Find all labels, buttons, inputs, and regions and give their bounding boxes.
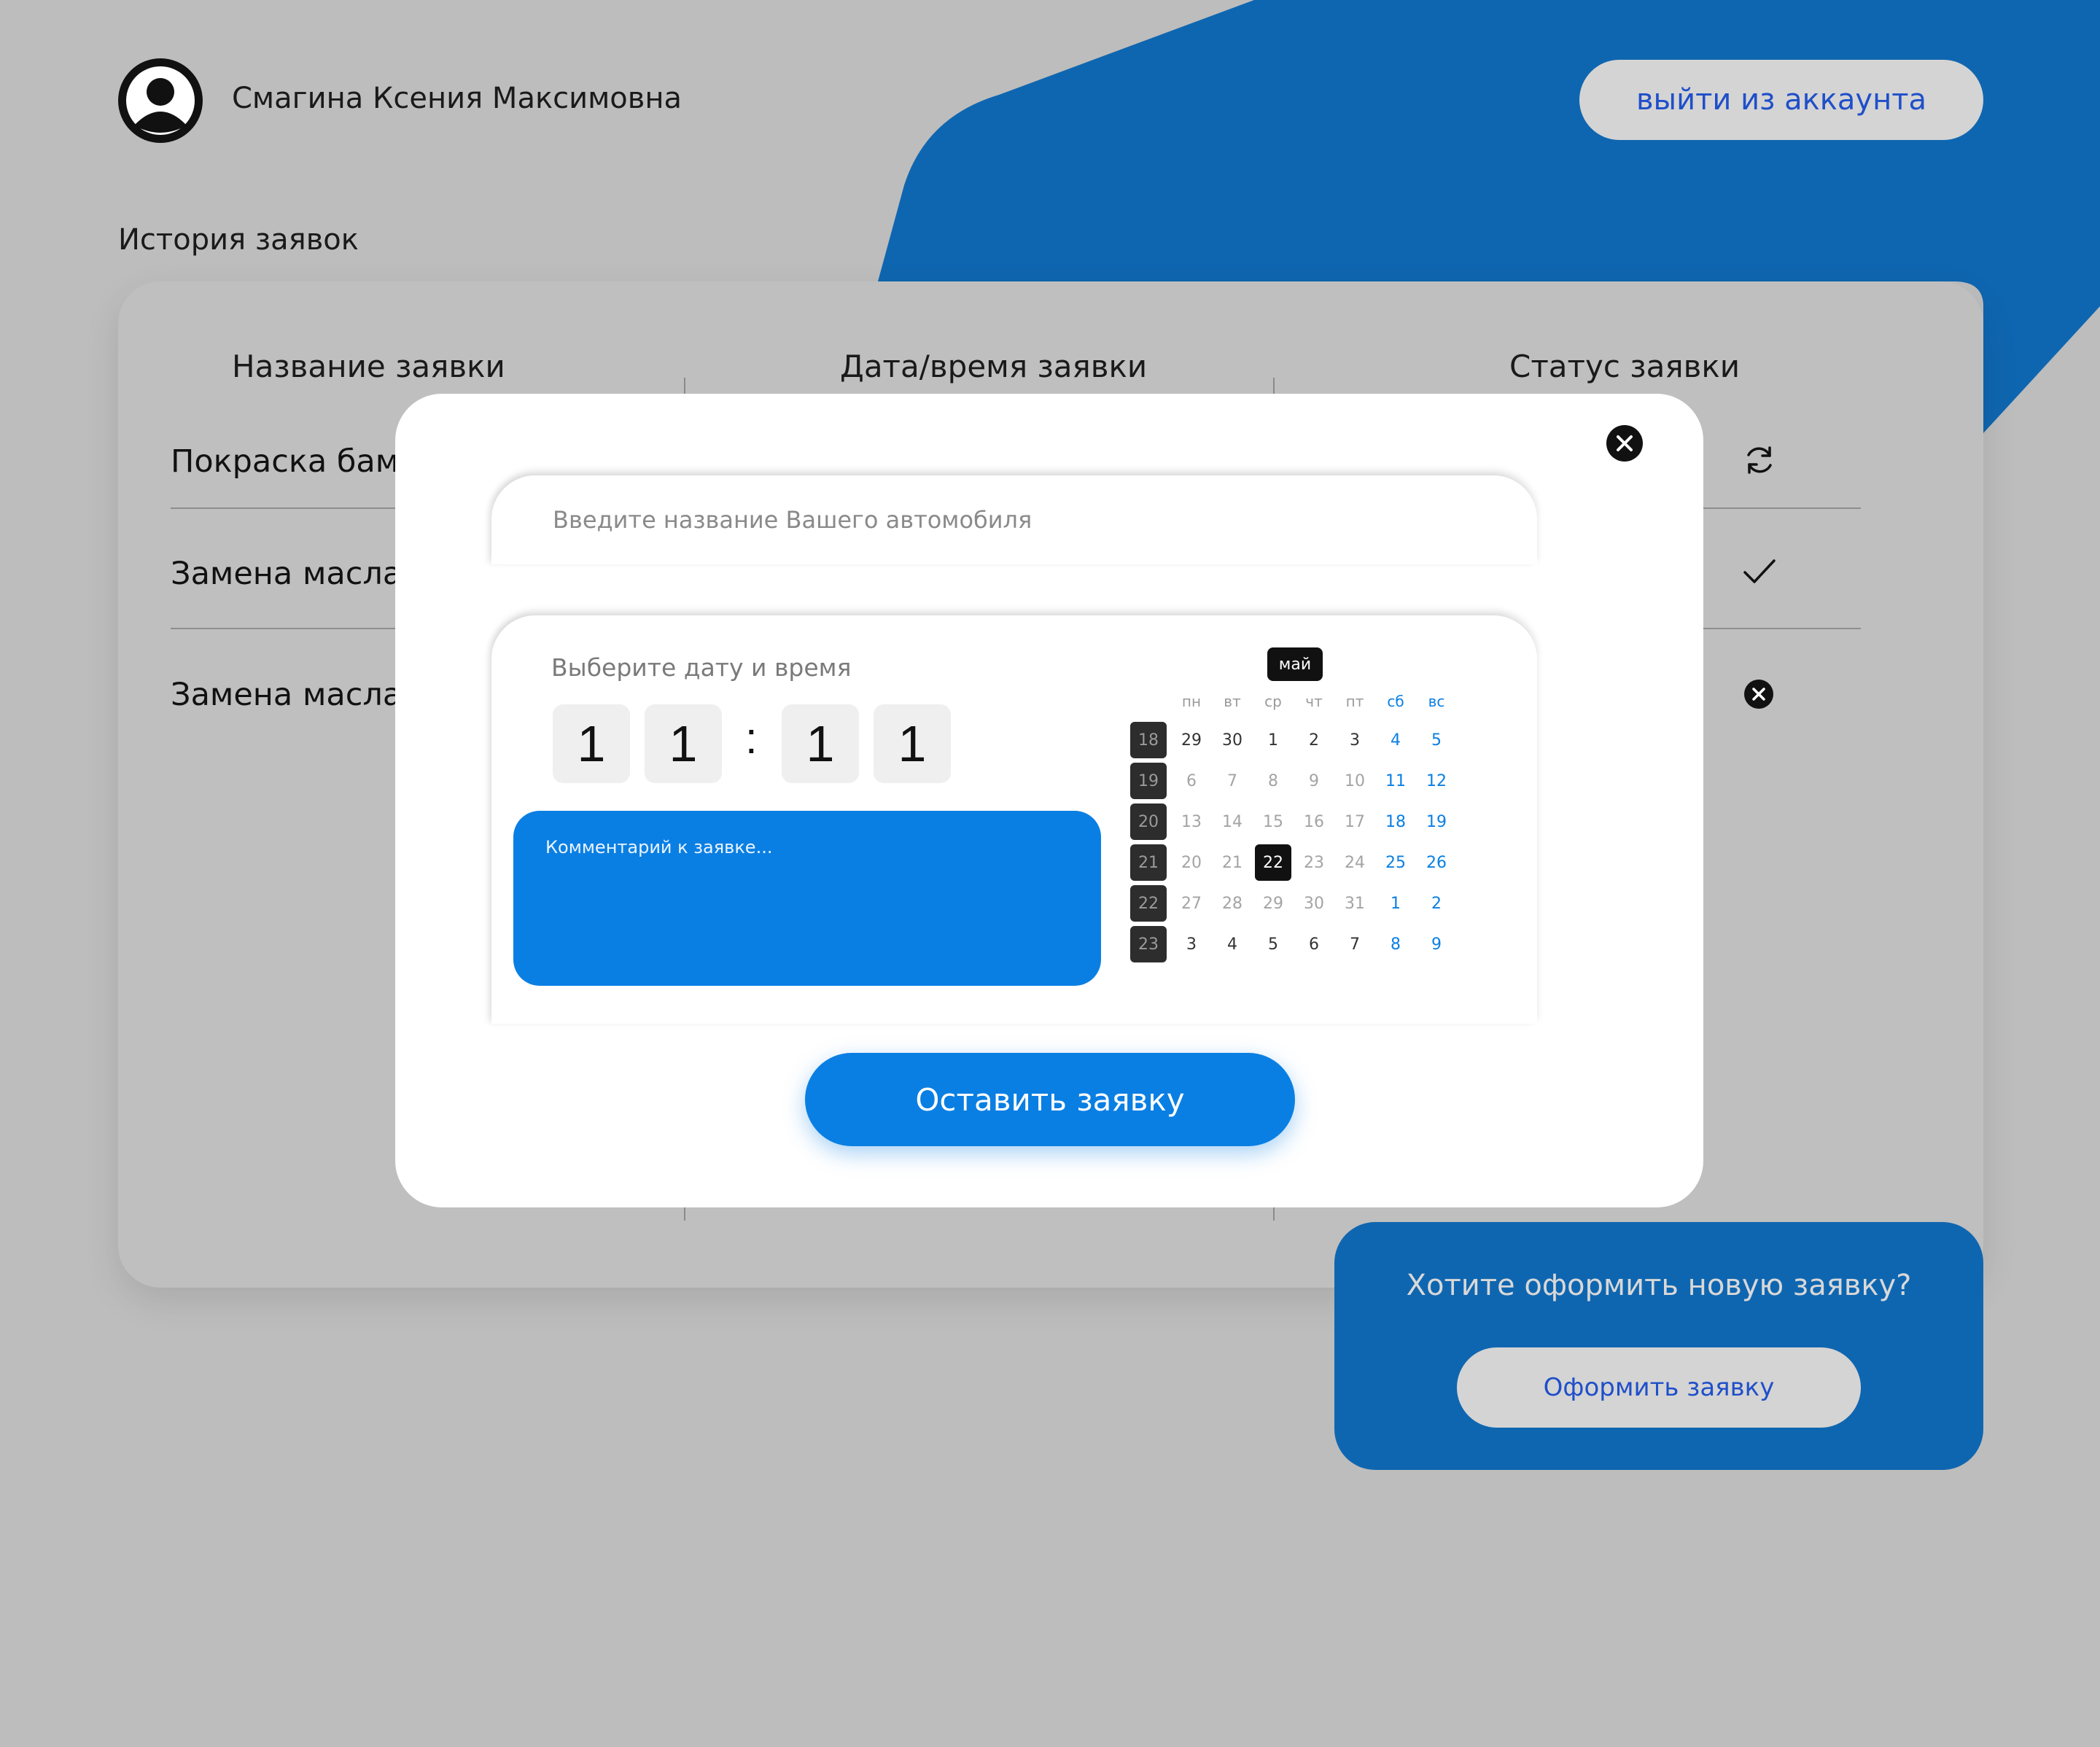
user-name: Смагина Ксения Максимовна [232,82,682,115]
calendar-weekday-label: вс [1428,693,1445,710]
calendar-day[interactable]: 31 [1337,885,1373,922]
new-request-button[interactable]: Оформить заявку [1457,1347,1861,1428]
calendar-day[interactable]: 8 [1377,926,1414,962]
table-row-name[interactable]: Замена масла [171,556,402,592]
calendar-week-number: 20 [1130,804,1167,840]
datetime-label: Выберите дату и время [551,653,852,682]
comment-textarea[interactable] [513,811,1101,986]
hour-tens-digit[interactable]: 1 [553,704,630,783]
column-divider [684,378,685,394]
calendar-day[interactable]: 19 [1418,804,1455,840]
calendar-weekday-label: чт [1305,693,1323,710]
calendar-day[interactable]: 23 [1296,844,1332,881]
column-header-datetime: Дата/время заявки [840,349,1148,384]
calendar-day[interactable]: 1 [1255,722,1291,758]
calendar-day[interactable]: 7 [1337,926,1373,962]
minute-ones-digit[interactable]: 1 [874,704,951,783]
calendar-weekday-label: пт [1345,693,1364,710]
column-header-name: Название заявки [232,349,505,384]
calendar-day[interactable]: 27 [1173,885,1210,922]
calendar-day[interactable]: 3 [1173,926,1210,962]
calendar-weekday-label: вт [1224,693,1241,710]
close-circle-icon [1744,680,1773,709]
user-silhouette-icon [118,58,203,143]
car-name-input[interactable] [491,475,1537,564]
logout-button[interactable]: выйти из аккаунта [1579,60,1983,140]
calendar-day[interactable]: 5 [1255,926,1291,962]
calendar-day[interactable]: 4 [1214,926,1251,962]
calendar-week-number: 18 [1130,722,1167,758]
table-row-name[interactable]: Замена масла [171,677,402,713]
calendar-day[interactable]: 2 [1296,722,1332,758]
calendar-day[interactable]: 9 [1296,763,1332,799]
calendar-day[interactable]: 14 [1214,804,1251,840]
submit-request-button[interactable]: Оставить заявку [805,1053,1295,1146]
calendar-day[interactable]: 24 [1337,844,1373,881]
calendar-weekday-label: пн [1181,693,1202,710]
checkmark-icon [1743,559,1776,583]
calendar-day[interactable]: 6 [1296,926,1332,962]
calendar-day[interactable]: 29 [1255,885,1291,922]
calendar-day[interactable]: 21 [1214,844,1251,881]
calendar-day[interactable]: 6 [1173,763,1210,799]
column-divider [1273,378,1275,394]
calendar-day[interactable]: 22 [1255,844,1291,881]
calendar-day[interactable]: 18 [1377,804,1414,840]
table-row-name[interactable]: Покраска бамп [171,443,419,480]
calendar-day[interactable]: 30 [1214,722,1251,758]
calendar-week-number: 19 [1130,763,1167,799]
calendar-day[interactable]: 28 [1214,885,1251,922]
calendar-week-number: 23 [1130,926,1167,962]
calendar-day[interactable]: 3 [1337,722,1373,758]
calendar-day[interactable]: 25 [1377,844,1414,881]
calendar-day[interactable]: 20 [1173,844,1210,881]
calendar-day[interactable]: 12 [1418,763,1455,799]
calendar-day[interactable]: 16 [1296,804,1332,840]
calendar-weekday-label: сб [1387,693,1404,710]
calendar-day[interactable]: 11 [1377,763,1414,799]
new-request-card [1334,1222,1983,1470]
calendar-day[interactable]: 8 [1255,763,1291,799]
minute-tens-digit[interactable]: 1 [782,704,859,783]
calendar-day[interactable]: 29 [1173,722,1210,758]
calendar-day[interactable]: 1 [1377,885,1414,922]
calendar-day[interactable]: 13 [1173,804,1210,840]
refresh-icon [1747,446,1772,474]
calendar-day[interactable]: 26 [1418,844,1455,881]
column-divider [684,1207,685,1221]
calendar-week-number: 22 [1130,885,1167,922]
calendar-day[interactable]: 2 [1418,885,1455,922]
calendar-day[interactable]: 30 [1296,885,1332,922]
calendar-weekday-label: ср [1264,693,1282,710]
calendar-day[interactable]: 17 [1337,804,1373,840]
column-header-status: Статус заявки [1509,349,1741,384]
time-separator: : [745,714,758,763]
calendar-day[interactable]: 15 [1255,804,1291,840]
avatar [118,58,203,143]
calendar-day[interactable]: 4 [1377,722,1414,758]
close-icon[interactable] [1606,425,1643,462]
hour-ones-digit[interactable]: 1 [645,704,722,783]
calendar-day[interactable]: 9 [1418,926,1455,962]
column-divider [1273,1207,1275,1221]
new-request-title: Хотите оформить новую заявку? [1406,1269,1912,1302]
calendar-day[interactable]: 7 [1214,763,1251,799]
calendar-day[interactable]: 10 [1337,763,1373,799]
calendar-week-number: 21 [1130,844,1167,881]
calendar-month[interactable]: май [1267,647,1323,681]
history-title: История заявок [118,223,359,257]
calendar-day[interactable]: 5 [1418,722,1455,758]
